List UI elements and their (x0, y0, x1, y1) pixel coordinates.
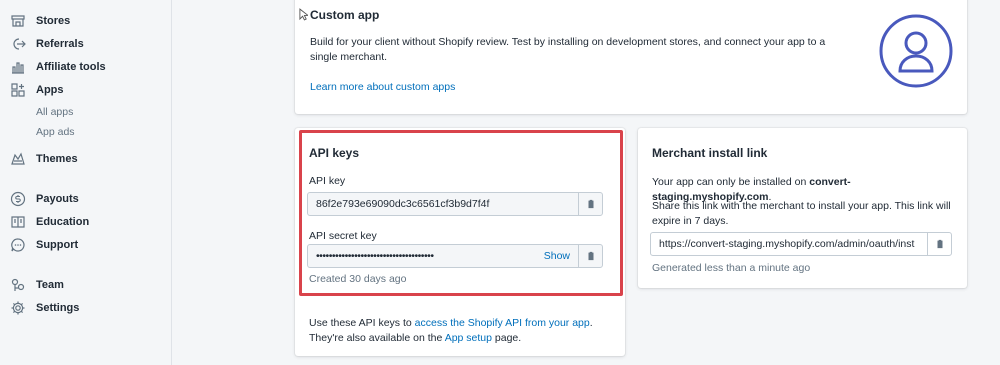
stores-icon (10, 13, 26, 29)
mouse-cursor-icon (299, 8, 310, 24)
sidebar-item-themes[interactable]: Themes (10, 150, 78, 168)
affiliate-tools-icon (10, 59, 26, 75)
footer-text: page. (491, 332, 522, 344)
apps-icon (10, 82, 26, 98)
footer-text: . (589, 317, 593, 329)
sidebar-item-label: Payouts (36, 193, 79, 205)
sidebar-item-label: Affiliate tools (36, 61, 106, 73)
settings-icon (10, 300, 26, 316)
sidebar-item-label: Support (36, 239, 79, 251)
sidebar-item-label: Stores (36, 15, 71, 27)
merchant-install-note: Share this link with the merchant to ins… (652, 200, 951, 227)
sidebar-item-label: Team (36, 279, 64, 291)
custom-app-card: Custom app Build for your client without… (295, 0, 967, 114)
sidebar-subitem-all-apps[interactable]: All apps (36, 106, 73, 118)
education-icon (10, 214, 26, 230)
sidebar-item-label: Education (36, 216, 90, 228)
sidebar-item-affiliate-tools[interactable]: Affiliate tools (10, 58, 106, 76)
sidebar-item-label: Themes (36, 153, 78, 165)
generated-timestamp: Generated less than a minute ago (652, 262, 811, 274)
footer-text: Use these API keys to (309, 317, 415, 329)
sidebar-item-label: Settings (36, 302, 80, 314)
sidebar-item-apps[interactable]: Apps (10, 81, 64, 99)
payouts-icon (10, 191, 26, 207)
sidebar-item-support[interactable]: Support (10, 236, 78, 254)
merchant-install-title: Merchant install link (652, 146, 768, 160)
referrals-icon (10, 36, 26, 52)
sidebar-item-education[interactable]: Education (10, 213, 89, 231)
sidebar-item-label: Apps (36, 84, 64, 96)
sidebar-item-label: Referrals (36, 38, 84, 50)
sidebar-item-referrals[interactable]: Referrals (10, 35, 84, 53)
sidebar-item-payouts[interactable]: Payouts (10, 190, 79, 208)
sidebar-item-settings[interactable]: Settings (10, 299, 79, 317)
support-icon (10, 237, 26, 253)
custom-app-title: Custom app (310, 8, 380, 22)
user-avatar-icon (878, 13, 954, 89)
highlight-box (299, 130, 623, 296)
sidebar-item-stores[interactable]: Stores (10, 12, 70, 30)
api-keys-footer: Use these API keys to access the Shopify… (309, 316, 609, 346)
merchant-install-card: Merchant install link Your app can only … (638, 128, 967, 288)
info-text: Your app can only be installed on (652, 176, 810, 188)
install-link-value: https://convert-staging.myshopify.com/ad… (659, 238, 915, 250)
themes-icon (10, 151, 26, 167)
sidebar-subitem-app-ads[interactable]: App ads (36, 126, 75, 138)
sidebar-item-team[interactable]: Team (10, 276, 64, 294)
footer-text: They're also available on the (309, 332, 445, 344)
clipboard-icon (937, 239, 942, 249)
merchant-install-link-field[interactable]: https://convert-staging.myshopify.com/ad… (650, 232, 952, 256)
team-icon (10, 277, 26, 293)
access-api-link[interactable]: access the Shopify API from your app (415, 317, 590, 329)
custom-app-description: Build for your client without Shopify re… (310, 36, 826, 63)
sidebar: Stores Referrals Affiliate tools Apps Al… (0, 0, 172, 365)
learn-more-link[interactable]: Learn more about custom apps (310, 80, 455, 95)
app-setup-link[interactable]: App setup (445, 332, 492, 344)
copy-install-link-button[interactable] (927, 233, 951, 255)
